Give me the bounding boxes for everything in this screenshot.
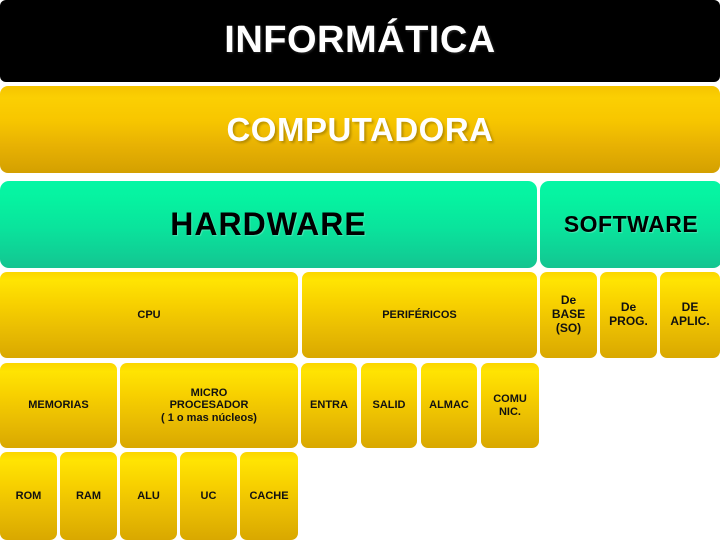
informatica-hierarchy-diagram: INFORMÁTICA COMPUTADORA HARDWARE SOFTWAR… (0, 0, 720, 540)
diagram-node-microprocesador: MICRO PROCESADOR ( 1 o mas núcleos) (120, 363, 298, 448)
diagram-node-cache: CACHE (240, 452, 298, 540)
diagram-node-salida: SALID (361, 363, 417, 448)
diagram-node-uc: UC (180, 452, 237, 540)
diagram-node-alu: ALU (120, 452, 177, 540)
diagram-node-software: SOFTWARE (540, 181, 720, 268)
diagram-node-software-de-aplicacion: DE APLIC. (660, 272, 720, 358)
diagram-node-almacenamiento: ALMAC (421, 363, 477, 448)
diagram-node-ram: RAM (60, 452, 117, 540)
diagram-node-hardware: HARDWARE (0, 181, 537, 268)
diagram-node-rom: ROM (0, 452, 57, 540)
diagram-node-comunicacion: COMU NIC. (481, 363, 539, 448)
diagram-node-entrada: ENTRA (301, 363, 357, 448)
diagram-node-memorias: MEMORIAS (0, 363, 117, 448)
diagram-node-cpu: CPU (0, 272, 298, 358)
diagram-node-computadora: COMPUTADORA (0, 86, 720, 173)
diagram-title-informatica: INFORMÁTICA (0, 0, 720, 82)
diagram-node-software-de-programacion: De PROG. (600, 272, 657, 358)
diagram-node-perifericos: PERIFÉRICOS (302, 272, 537, 358)
diagram-node-software-de-base: De BASE (SO) (540, 272, 597, 358)
